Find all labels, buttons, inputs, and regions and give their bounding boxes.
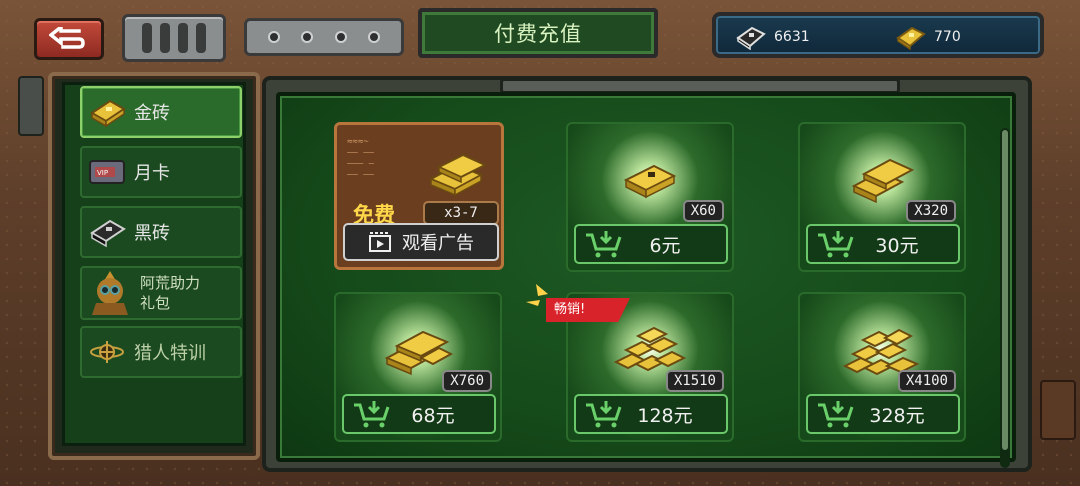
menu-item-black-brick[interactable]: 黑砖 [80, 206, 242, 258]
menu-item-label: 阿荒助力 礼包 [140, 274, 201, 312]
watch-ad-button[interactable]: 观看广告 [343, 223, 499, 261]
gold-brick-icon [623, 164, 677, 199]
black-brick-icon [736, 26, 766, 50]
best-seller-tag: 畅销! [526, 280, 636, 326]
top-bar: 付费充值 6631 770 [0, 0, 1080, 66]
back-arrow-icon [49, 27, 85, 49]
page-title-plate: 付费充值 [418, 8, 658, 58]
scribble-decoration: ≈≈≈~ —— —— ——— — —— —— [347, 137, 375, 180]
vent-decoration [122, 14, 226, 62]
character-icon [92, 271, 128, 315]
pack-price: 328元 [869, 404, 925, 427]
black-brick-balance: 6631 [734, 24, 810, 50]
pack-price: 6元 [649, 234, 681, 257]
menu-item-label: 金砖 [134, 103, 170, 124]
pack-amount: X760 [442, 370, 492, 392]
buy-button[interactable]: 328元 [806, 394, 960, 434]
pack-price: 30元 [875, 234, 919, 257]
menu-item-label: 猎人特训 [134, 343, 206, 364]
gold-brick-count: 770 [934, 29, 961, 45]
free-amount-range: x3-7 [423, 201, 499, 225]
watch-ad-label: 观看广告 [402, 233, 474, 254]
black-brick-count: 6631 [774, 29, 810, 45]
pack-amount: X1510 [665, 370, 724, 392]
cart-icon [818, 231, 854, 258]
pack-price: 128元 [637, 404, 693, 427]
gold-pack-card[interactable]: X60 6元 [566, 122, 734, 272]
buy-button[interactable]: 30元 [806, 224, 960, 264]
cart-icon [818, 401, 854, 428]
pack-amount: X60 [682, 200, 724, 222]
buy-button[interactable]: 6元 [574, 224, 728, 264]
gold-brick-stack-icon [428, 153, 488, 197]
menu-item-monthly-card[interactable]: VIP 月卡 [80, 146, 242, 198]
vip-card-icon: VIP [89, 160, 125, 184]
black-brick-icon [90, 219, 126, 248]
menu-item-label: 黑砖 [134, 223, 170, 244]
gold-brick-balance: 770 [894, 24, 961, 50]
bolt-plate-decoration [244, 18, 404, 56]
shop-scrollbar-thumb[interactable] [1002, 130, 1008, 450]
menu-item-hunter-training[interactable]: 猎人特训 [80, 326, 242, 378]
cart-icon [586, 401, 622, 428]
pack-amount: X320 [906, 200, 956, 222]
gold-pack-card[interactable]: X760 68元 [334, 292, 502, 442]
pack-price: 68元 [411, 404, 455, 427]
pack-amount: X4100 [897, 370, 956, 392]
free-gold-card[interactable]: ≈≈≈~ —— —— ——— — —— —— 免费 x3-7 观看广告 [334, 122, 504, 270]
back-button[interactable] [34, 18, 104, 60]
menu-item-ahuang-pack[interactable]: 阿荒助力 礼包 [80, 266, 242, 320]
side-bracket-decoration-right [1040, 380, 1076, 440]
buy-button[interactable]: 128元 [574, 394, 728, 434]
menu-item-label: 月卡 [134, 163, 170, 184]
currency-bar: 6631 770 [712, 12, 1044, 58]
buy-button[interactable]: 68元 [342, 394, 496, 434]
video-icon [369, 232, 391, 252]
menu-item-gold-brick[interactable]: 金砖 [80, 86, 242, 138]
gold-pack-card[interactable]: X320 30元 [798, 122, 966, 272]
gold-pack-card[interactable]: X4100 328元 [798, 292, 966, 442]
cart-icon [586, 231, 622, 258]
cart-icon [354, 401, 390, 428]
hunter-emblem-icon [90, 341, 124, 363]
side-bracket-decoration [18, 76, 44, 136]
best-seller-label: 畅销! [546, 298, 630, 322]
gold-brick-icon [90, 99, 126, 128]
gold-brick-icon [896, 26, 926, 50]
page-title: 付费充值 [494, 22, 582, 46]
svg-text:VIP: VIP [97, 169, 108, 177]
